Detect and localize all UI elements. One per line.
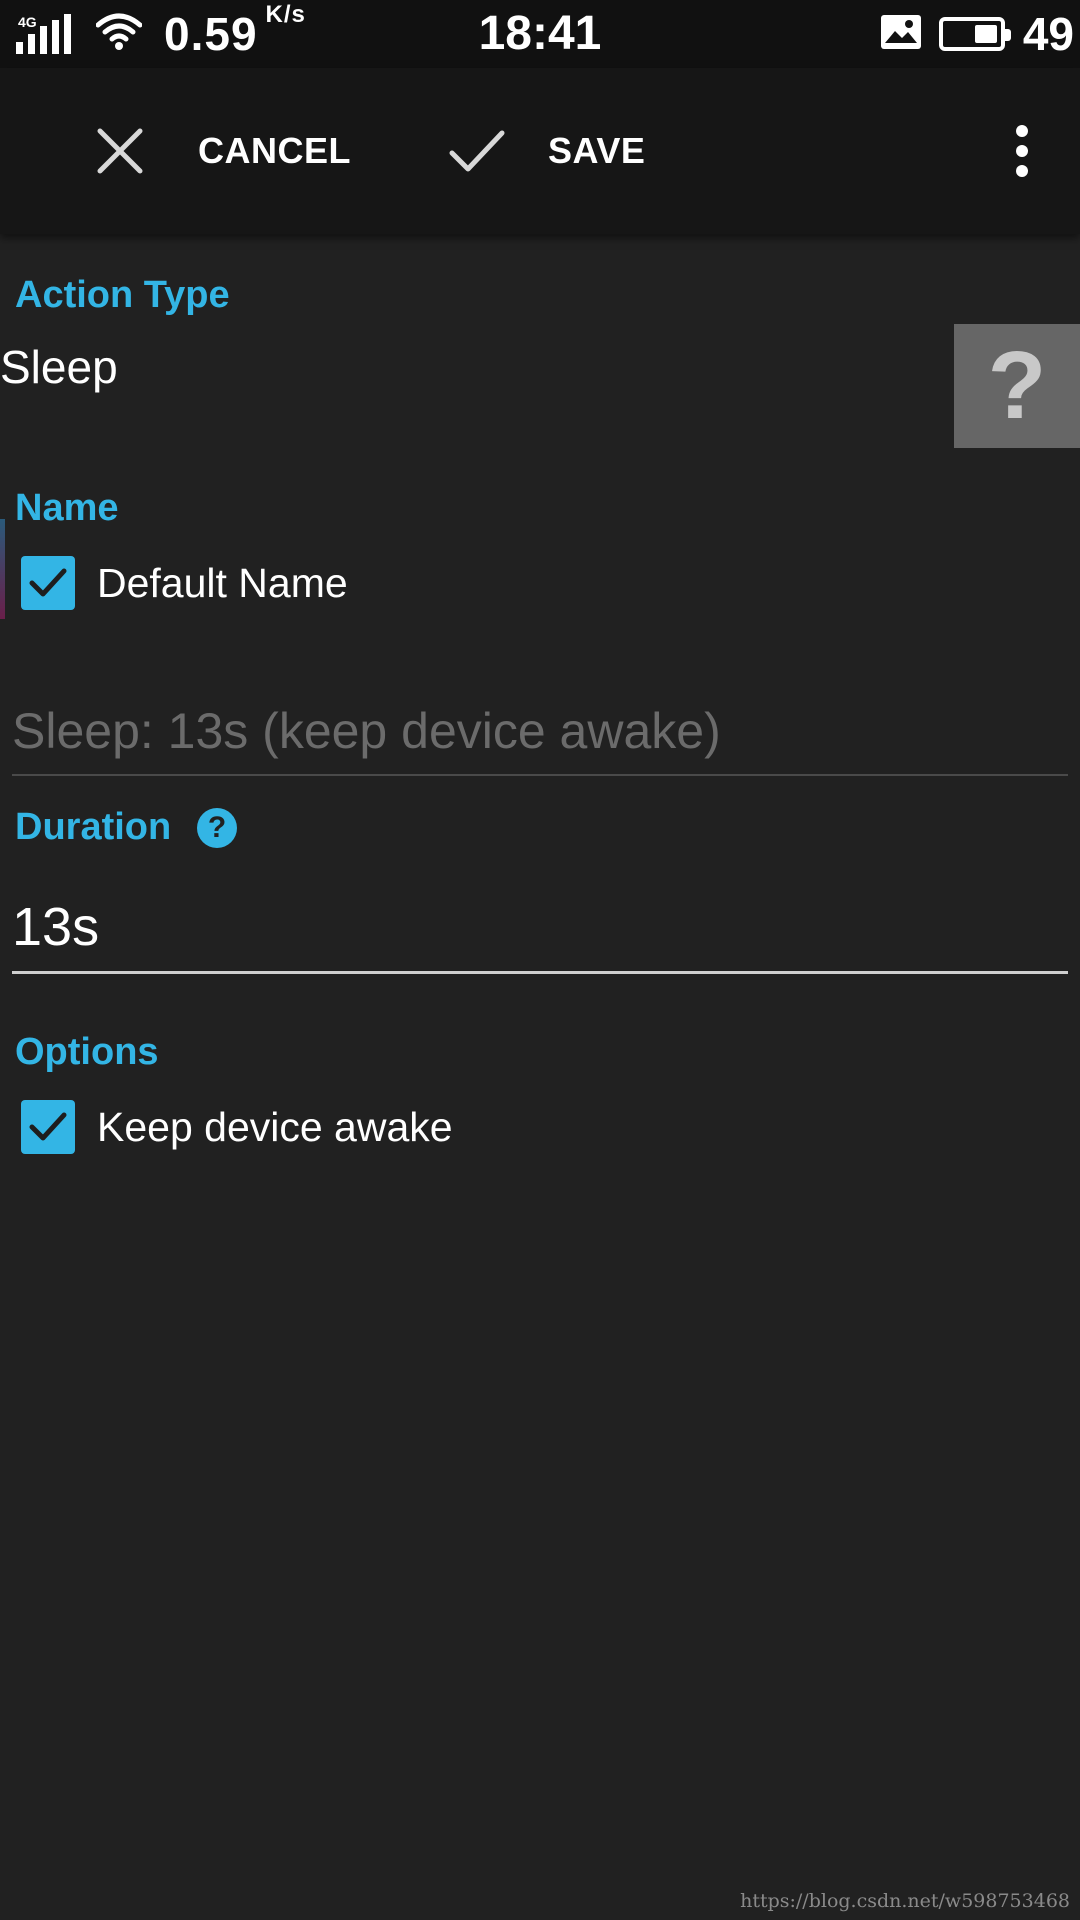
network-type: 4G bbox=[18, 14, 37, 30]
duration-help-icon[interactable]: ? bbox=[197, 808, 237, 848]
battery-level: 49 bbox=[1022, 8, 1074, 60]
default-name-checkbox[interactable] bbox=[21, 556, 75, 610]
check-icon bbox=[449, 130, 505, 172]
cancel-label: CANCEL bbox=[198, 130, 351, 171]
checkmark-icon bbox=[29, 1112, 67, 1141]
name-input[interactable]: Sleep: 13s (keep device awake) bbox=[12, 664, 1068, 776]
options-section-title: Options bbox=[15, 1031, 159, 1073]
save-button[interactable]: SAVE bbox=[448, 68, 645, 234]
help-icon: ? bbox=[987, 332, 1047, 439]
name-section-title: Name bbox=[15, 487, 119, 529]
action-help-button[interactable]: ? bbox=[954, 324, 1080, 448]
default-name-label: Default Name bbox=[97, 559, 348, 606]
speed-value: 0.59 bbox=[164, 8, 258, 60]
checkmark-icon bbox=[29, 568, 67, 597]
network-speed: 0.59 K/s bbox=[164, 1, 306, 61]
battery-icon bbox=[938, 17, 1011, 51]
keep-awake-label: Keep device awake bbox=[97, 1103, 453, 1150]
cancel-button[interactable]: CANCEL bbox=[96, 68, 351, 234]
close-icon bbox=[97, 128, 143, 174]
status-right: 49 bbox=[880, 0, 1074, 68]
wifi-icon bbox=[95, 13, 143, 56]
keep-awake-checkbox-row[interactable]: Keep device awake bbox=[21, 1100, 453, 1154]
side-accent bbox=[0, 519, 5, 619]
action-type-value: Sleep bbox=[0, 341, 118, 393]
status-left: 4G 0.59 K/s bbox=[16, 0, 306, 68]
save-label: SAVE bbox=[548, 130, 646, 171]
keep-awake-checkbox[interactable] bbox=[21, 1100, 75, 1154]
status-bar: 4G 0.59 K/s 18:41 49 bbox=[0, 0, 1080, 68]
default-name-checkbox-row[interactable]: Default Name bbox=[21, 556, 348, 610]
speed-unit: K/s bbox=[265, 1, 306, 28]
duration-input[interactable]: 13s bbox=[12, 870, 1068, 974]
watermark: https://blog.csdn.net/w598753468 bbox=[740, 1890, 1070, 1912]
signal-icon: 4G bbox=[16, 14, 74, 54]
action-type-title: Action Type bbox=[15, 274, 230, 316]
action-toolbar: CANCEL SAVE bbox=[0, 68, 1080, 234]
action-editor: Action Type Sleep ? Name Default Name Sl… bbox=[0, 234, 1080, 1920]
image-notification-icon bbox=[880, 14, 921, 54]
duration-section-title: Duration bbox=[15, 806, 172, 848]
more-vert-icon[interactable] bbox=[994, 121, 1050, 181]
